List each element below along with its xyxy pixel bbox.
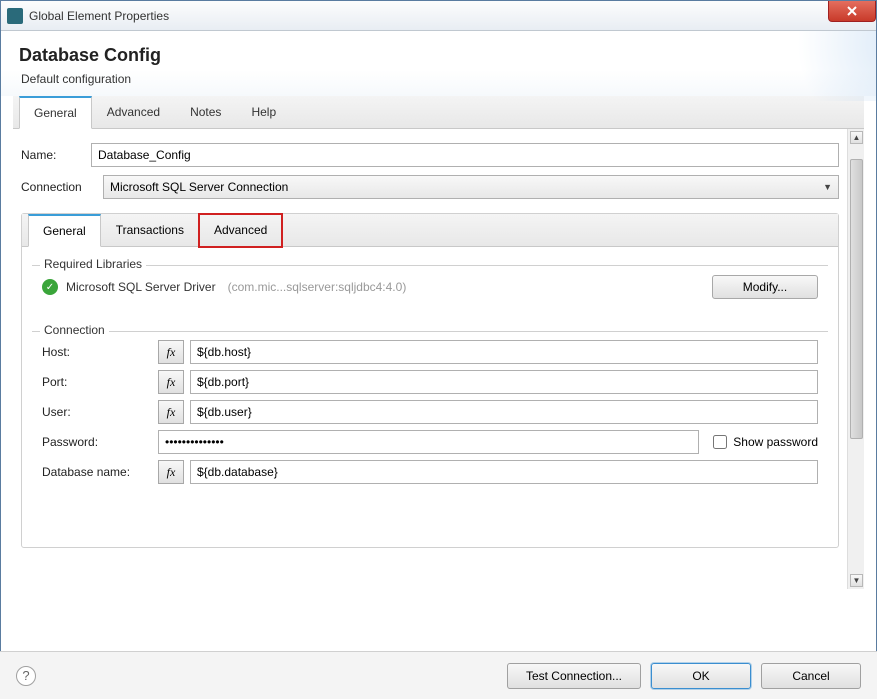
port-input[interactable] (190, 370, 818, 394)
scroll-up-icon[interactable]: ▲ (850, 131, 863, 144)
dialog-header: Database Config Default configuration (1, 31, 876, 96)
connection-legend: Connection (40, 323, 109, 337)
port-label: Port: (42, 375, 152, 389)
fx-button-user[interactable]: fx (158, 400, 184, 424)
connection-value: Microsoft SQL Server Connection (110, 180, 288, 194)
test-connection-button[interactable]: Test Connection... (507, 663, 641, 689)
driver-detail: (com.mic...sqlserver:sqljdbc4:4.0) (228, 280, 407, 294)
tab-notes[interactable]: Notes (175, 96, 236, 129)
chevron-down-icon: ▼ (823, 182, 832, 192)
show-password-label[interactable]: Show password (713, 435, 818, 449)
password-row: Password: Show password (42, 427, 818, 457)
driver-row: ✓ Microsoft SQL Server Driver (com.mic..… (42, 271, 818, 303)
password-input[interactable] (158, 430, 699, 454)
modify-button[interactable]: Modify... (712, 275, 818, 299)
app-icon (7, 8, 23, 24)
ok-button[interactable]: OK (651, 663, 751, 689)
password-label: Password: (42, 435, 152, 449)
vertical-scrollbar[interactable]: ▲ ▼ (847, 129, 864, 589)
fx-button-host[interactable]: fx (158, 340, 184, 364)
page-title: Database Config (19, 45, 858, 66)
content-area: Name: Connection Microsoft SQL Server Co… (13, 129, 847, 589)
close-icon (847, 6, 857, 16)
page-subtitle: Default configuration (21, 72, 858, 86)
tab-advanced[interactable]: Advanced (92, 96, 175, 129)
connection-row: Connection Microsoft SQL Server Connecti… (13, 171, 847, 203)
name-label: Name: (21, 148, 83, 162)
required-libraries-legend: Required Libraries (40, 257, 146, 271)
cancel-button[interactable]: Cancel (761, 663, 861, 689)
titlebar: Global Element Properties (1, 1, 876, 31)
connection-dropdown[interactable]: Microsoft SQL Server Connection ▼ (103, 175, 839, 199)
dbname-input[interactable] (190, 460, 818, 484)
inner-tab-advanced[interactable]: Advanced (199, 214, 282, 247)
inner-tab-bar: General Transactions Advanced (22, 214, 838, 247)
host-row: Host: fx (42, 337, 818, 367)
window-title: Global Element Properties (29, 9, 169, 23)
scroll-down-icon[interactable]: ▼ (850, 574, 863, 587)
user-row: User: fx (42, 397, 818, 427)
dbname-label: Database name: (42, 465, 152, 479)
host-input[interactable] (190, 340, 818, 364)
scrollbar-thumb[interactable] (850, 159, 863, 439)
inner-tab-transactions[interactable]: Transactions (101, 214, 199, 247)
show-password-text: Show password (733, 435, 818, 449)
connection-fieldset: Connection Host: fx Port: fx User: fx (32, 323, 828, 537)
dbname-row: Database name: fx (42, 457, 818, 487)
help-icon[interactable]: ? (16, 666, 36, 686)
fx-button-dbname[interactable]: fx (158, 460, 184, 484)
dialog-footer: ? Test Connection... OK Cancel (0, 651, 877, 699)
required-libraries-fieldset: Required Libraries ✓ Microsoft SQL Serve… (32, 257, 828, 313)
user-input[interactable] (190, 400, 818, 424)
tab-help[interactable]: Help (236, 96, 291, 129)
show-password-checkbox[interactable] (713, 435, 727, 449)
connection-label: Connection (21, 180, 95, 194)
connection-panel: General Transactions Advanced Required L… (21, 213, 839, 548)
tab-general[interactable]: General (19, 96, 92, 129)
header-decoration (736, 31, 876, 101)
name-row: Name: (13, 139, 847, 171)
inner-tab-general[interactable]: General (28, 214, 101, 247)
fx-button-port[interactable]: fx (158, 370, 184, 394)
close-button[interactable] (828, 1, 876, 22)
name-input[interactable] (91, 143, 839, 167)
host-label: Host: (42, 345, 152, 359)
driver-name: Microsoft SQL Server Driver (66, 280, 216, 294)
check-icon: ✓ (42, 279, 58, 295)
port-row: Port: fx (42, 367, 818, 397)
user-label: User: (42, 405, 152, 419)
